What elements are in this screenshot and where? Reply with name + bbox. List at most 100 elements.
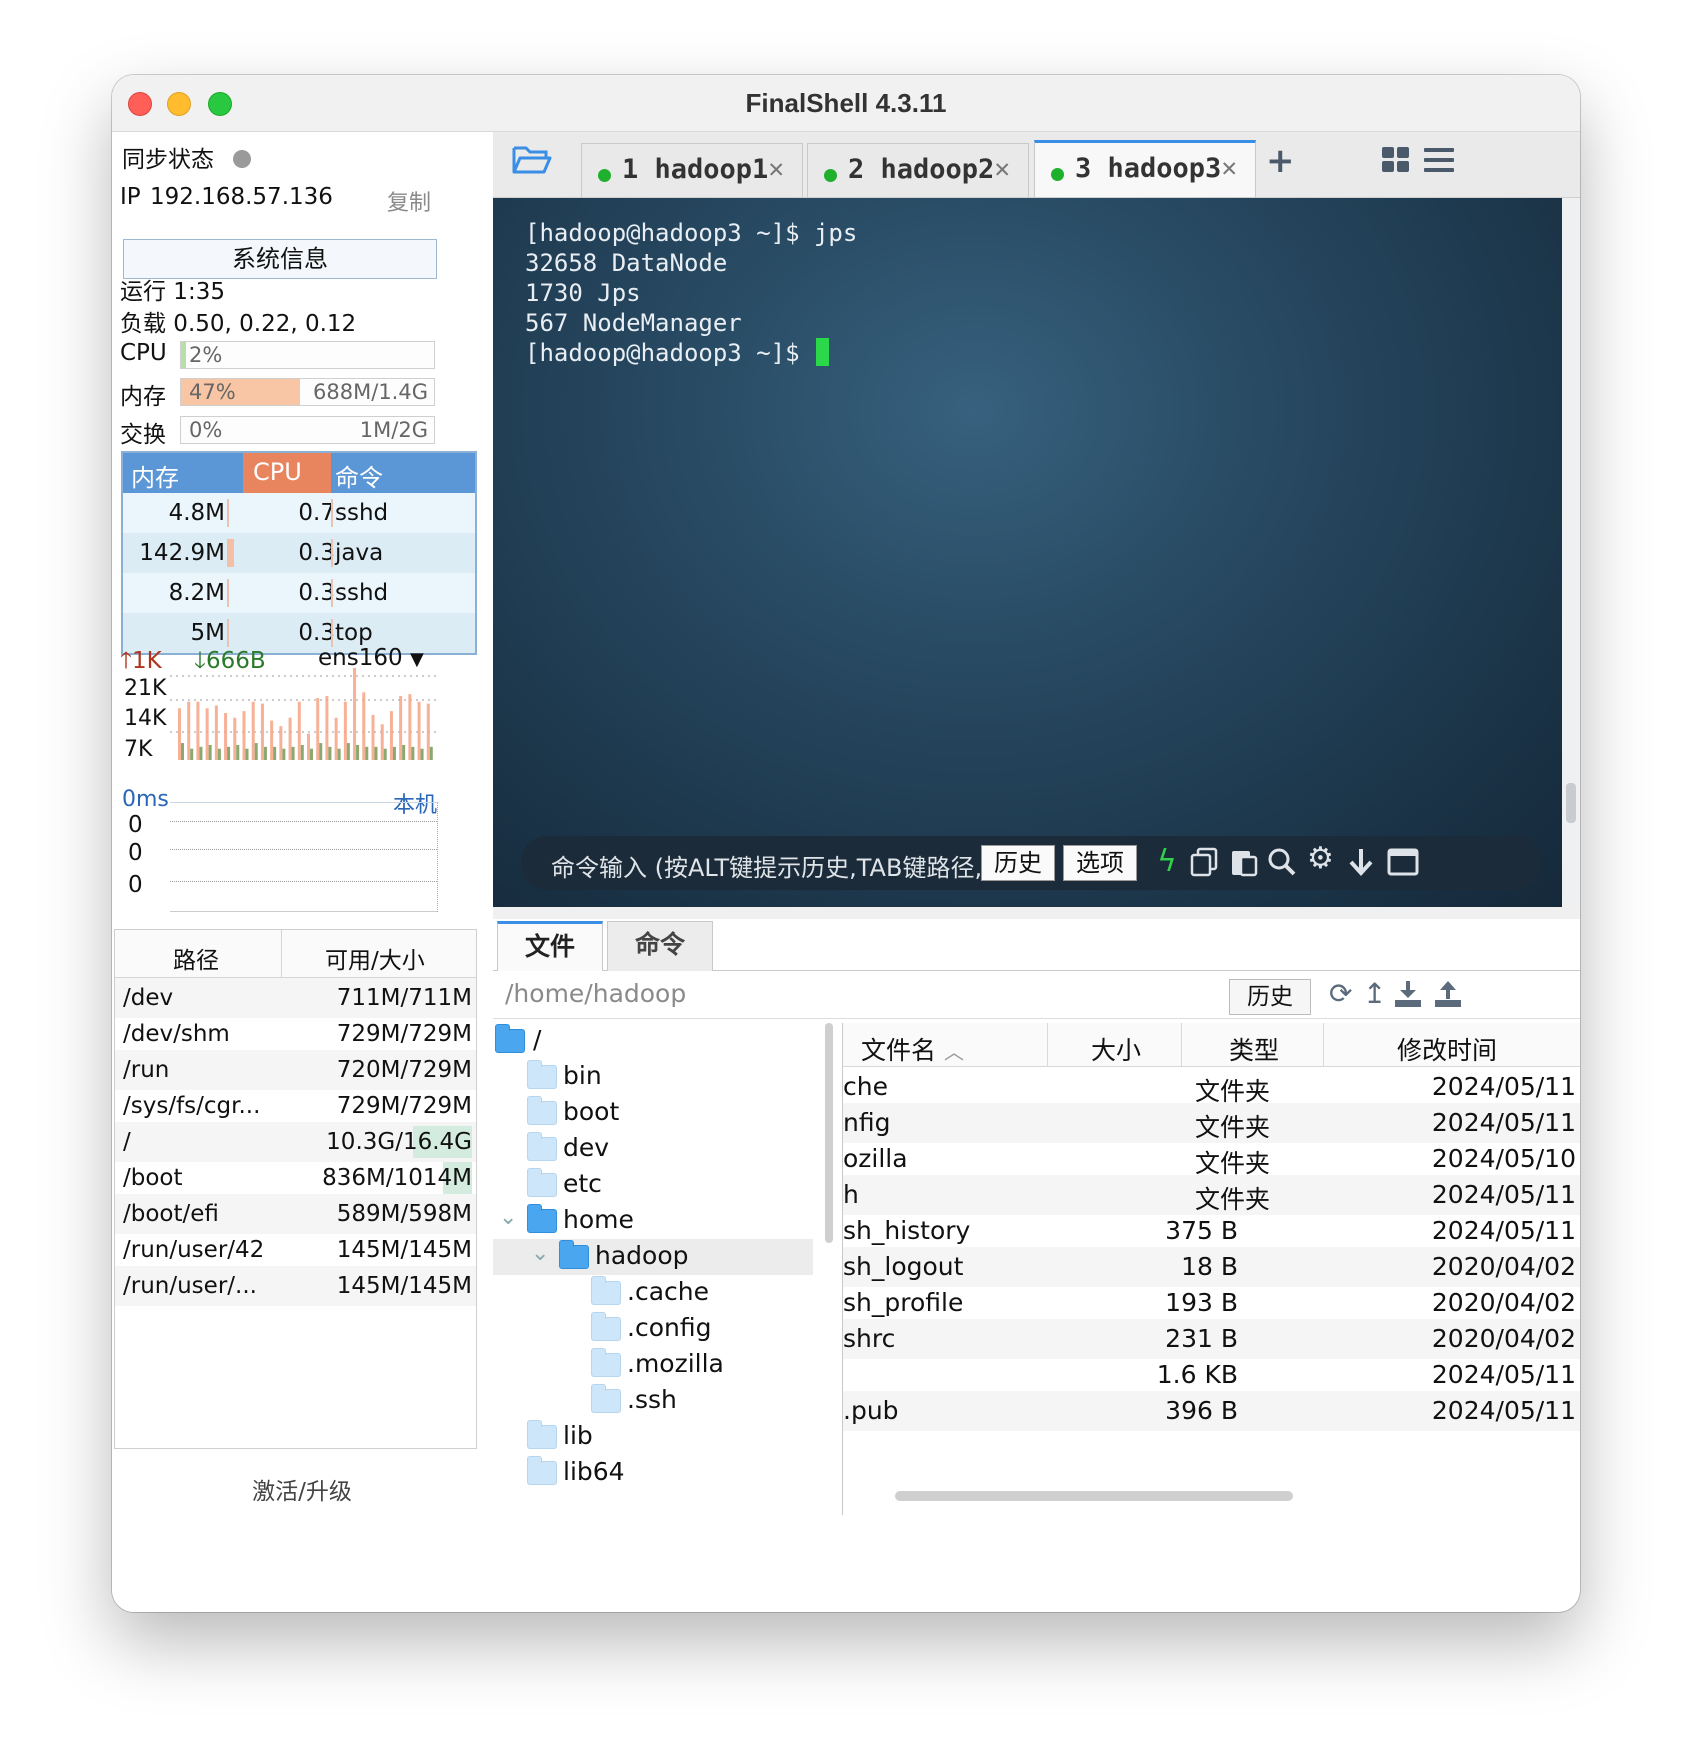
paste-icon[interactable] <box>1229 847 1259 885</box>
disk-row[interactable]: /boot/efi 589M/598M <box>115 1194 476 1234</box>
file-row[interactable]: sh_history 375 B 2024/05/11 <box>843 1211 1580 1251</box>
file-row[interactable]: ozilla 文件夹 2024/05/10 <box>843 1139 1580 1179</box>
tab-files[interactable]: 文件 <box>497 921 603 971</box>
net-upload-bar <box>205 708 209 760</box>
terminal-line: 1730 Jps <box>525 279 641 307</box>
disk-row[interactable]: /boot 836M/1014M <box>115 1158 476 1198</box>
tree-item-label: boot <box>563 1097 620 1126</box>
file-name: che <box>843 1072 888 1101</box>
tree-item-etc[interactable]: etc <box>493 1167 813 1203</box>
activate-upgrade-link[interactable]: 激活/升级 <box>112 1472 492 1506</box>
disk-row[interactable]: /run 720M/729M <box>115 1050 476 1090</box>
grid-view-icon[interactable] <box>1381 146 1411 178</box>
command-input[interactable]: 命令输入 (按ALT键提示历史,TAB键路径,E <box>551 848 997 883</box>
disk-header-size[interactable]: 可用/大小 <box>325 941 425 975</box>
search-icon[interactable] <box>1267 847 1297 885</box>
tree-item-bin[interactable]: bin <box>493 1059 813 1095</box>
tree-item-boot[interactable]: boot <box>493 1095 813 1131</box>
disk-row[interactable]: / 10.3G/16.4G <box>115 1122 476 1162</box>
file-row[interactable]: nfig 文件夹 2024/05/11 <box>843 1103 1580 1143</box>
net-upload-bar <box>343 701 347 760</box>
lightning-icon[interactable]: ϟ <box>1157 844 1177 879</box>
process-header-cpu[interactable]: CPU <box>253 458 302 486</box>
disk-header-path[interactable]: 路径 <box>173 941 219 975</box>
column-header-name[interactable]: 文件名 ︿ <box>861 1031 964 1067</box>
disk-row[interactable]: /dev 711M/711M <box>115 978 476 1018</box>
tab-commands[interactable]: 命令 <box>607 921 713 971</box>
tree-scrollbar[interactable] <box>825 1023 833 1243</box>
folder-icon <box>591 1348 621 1377</box>
close-icon[interactable]: ✕ <box>994 154 1010 184</box>
disk-row[interactable]: /dev/shm 729M/729M <box>115 1014 476 1054</box>
copy-icon[interactable] <box>1189 847 1219 885</box>
folder-icon <box>591 1276 621 1305</box>
swap-percent: 0% <box>189 418 223 442</box>
sort-ascending-icon: ︿ <box>943 1040 964 1064</box>
process-header-command[interactable]: 命令 <box>335 458 383 493</box>
cpu-percent: 2% <box>189 343 223 367</box>
maximize-icon[interactable] <box>1387 848 1419 884</box>
tree-item-config[interactable]: .config <box>493 1311 813 1347</box>
tree-item-hadoop[interactable]: ⌄ hadoop <box>493 1239 813 1275</box>
net-upload-bar <box>325 696 329 760</box>
file-row[interactable]: shrc 231 B 2020/04/02 <box>843 1319 1580 1359</box>
close-icon[interactable]: ✕ <box>1221 153 1237 183</box>
disk-row[interactable]: /sys/fs/cgr... 729M/729M <box>115 1086 476 1126</box>
tab-hadoop1[interactable]: 1 hadoop1 ✕ <box>581 143 803 197</box>
upload-icon[interactable] <box>1433 979 1463 1016</box>
terminal-view[interactable]: [hadoop@hadoop3 ~]$ jps 32658 DataNode 173… <box>493 198 1580 907</box>
terminal-scrollbar[interactable] <box>1566 783 1576 823</box>
arrow-down-icon[interactable] <box>1347 847 1375 885</box>
options-button[interactable]: 选项 <box>1063 845 1137 881</box>
process-row[interactable]: 8.2M 0.3 sshd <box>123 573 475 613</box>
tree-item-home[interactable]: ⌄ home <box>493 1203 813 1239</box>
download-icon[interactable] <box>1393 979 1423 1016</box>
file-row[interactable]: sh_logout 18 B 2020/04/02 <box>843 1247 1580 1287</box>
path-history-button[interactable]: 历史 <box>1229 979 1311 1015</box>
tree-item-label: .cache <box>627 1277 709 1306</box>
process-row[interactable]: 142.9M 0.3 java <box>123 533 475 573</box>
tree-item-lib64[interactable]: lib64 <box>493 1455 813 1491</box>
chevron-down-icon[interactable]: ⌄ <box>499 1205 517 1230</box>
tree-item-ssh[interactable]: .ssh <box>493 1383 813 1419</box>
column-header-type[interactable]: 类型 <box>1229 1031 1279 1067</box>
file-row[interactable]: che 文件夹 2024/05/11 <box>843 1067 1580 1107</box>
tab-hadoop3[interactable]: 3 hadoop3 ✕ <box>1034 140 1256 197</box>
tree-item-label: dev <box>563 1133 610 1162</box>
folder-open-icon[interactable] <box>511 140 553 182</box>
column-header-modified[interactable]: 修改时间 <box>1397 1031 1497 1067</box>
pane-splitter[interactable] <box>493 907 1580 919</box>
file-table-scrollbar[interactable] <box>895 1491 1293 1501</box>
gear-icon[interactable]: ⚙ <box>1307 841 1334 876</box>
column-header-size[interactable]: 大小 <box>1091 1031 1141 1067</box>
file-row[interactable]: h 文件夹 2024/05/11 <box>843 1175 1580 1215</box>
parent-folder-icon[interactable]: ↥ <box>1363 977 1386 1010</box>
disk-row[interactable]: /run/user/... 145M/145M <box>115 1266 476 1306</box>
tree-item-root[interactable]: / <box>493 1023 813 1059</box>
path-input[interactable]: /home/hadoop <box>505 979 686 1008</box>
file-row[interactable]: 1.6 KB 2024/05/11 <box>843 1355 1580 1395</box>
file-row[interactable]: .pub 396 B 2024/05/11 <box>843 1391 1580 1431</box>
cpu-label: CPU <box>120 340 167 366</box>
close-icon[interactable]: ✕ <box>768 154 784 184</box>
net-upload-bar <box>371 714 375 760</box>
disk-table-header: 路径 可用/大小 <box>115 930 476 978</box>
tree-item-mozilla[interactable]: .mozilla <box>493 1347 813 1383</box>
copy-ip-button[interactable]: 复制 <box>387 185 431 217</box>
process-header-memory[interactable]: 内存 <box>131 458 179 493</box>
tree-item-dev[interactable]: dev <box>493 1131 813 1167</box>
tab-hadoop2[interactable]: 2 hadoop2 ✕ <box>807 143 1029 197</box>
new-tab-plus-icon[interactable]: + <box>1266 141 1295 181</box>
process-rows: 4.8M 0.7 sshd 142.9M 0.3 java 8.2M 0.3 s… <box>123 493 475 653</box>
chevron-down-icon[interactable]: ⌄ <box>531 1241 549 1266</box>
net-download-bar <box>282 748 286 760</box>
disk-row[interactable]: /run/user/42 145M/145M <box>115 1230 476 1270</box>
disk-table: 路径 可用/大小 /dev 711M/711M /dev/shm 729M/729M… <box>114 929 477 1449</box>
file-row[interactable]: sh_profile 193 B 2020/04/02 <box>843 1283 1580 1323</box>
menu-icon[interactable] <box>1423 146 1455 178</box>
refresh-icon[interactable]: ⟳ <box>1329 977 1352 1010</box>
tree-item-cache[interactable]: .cache <box>493 1275 813 1311</box>
tree-item-lib[interactable]: lib <box>493 1419 813 1455</box>
history-button[interactable]: 历史 <box>981 845 1055 881</box>
process-row[interactable]: 4.8M 0.7 sshd <box>123 493 475 533</box>
